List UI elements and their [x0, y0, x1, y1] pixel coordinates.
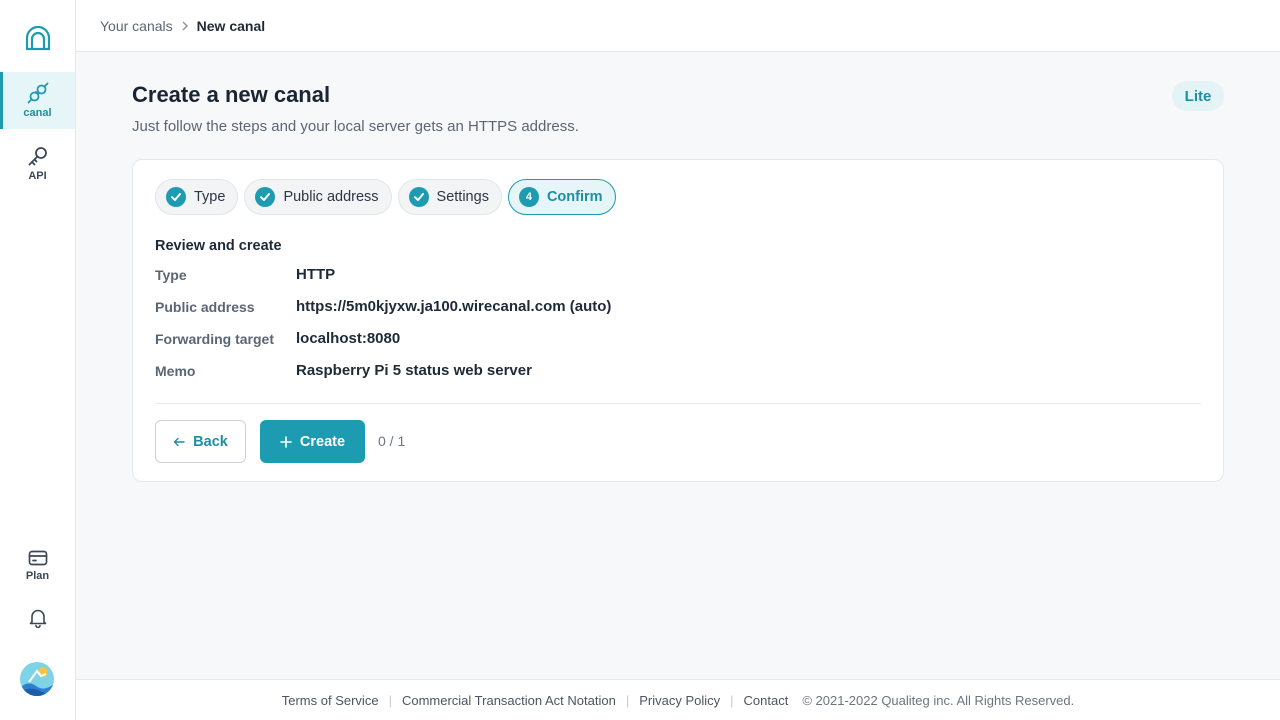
footer: Terms of Service | Commercial Transactio… — [76, 679, 1280, 720]
avatar[interactable] — [20, 662, 54, 696]
step-number: 4 — [518, 187, 539, 207]
step-settings[interactable]: Settings — [397, 179, 502, 215]
sidebar-item-label: canal — [23, 107, 52, 119]
step-label: Type — [194, 189, 226, 205]
plug-icon — [27, 82, 48, 104]
tunnel-logo-icon — [25, 26, 51, 51]
step-type[interactable]: Type — [155, 179, 239, 215]
review-value: localhost:8080 — [296, 330, 401, 347]
create-button-label: Create — [299, 433, 346, 450]
page-title: Create a new canal — [132, 82, 331, 107]
back-button[interactable]: Back — [155, 420, 246, 463]
sidebar-item-label: API — [28, 169, 47, 182]
key-icon — [28, 146, 47, 165]
check-icon — [255, 187, 276, 207]
sidebar: canal API Plan — [0, 0, 76, 720]
review-key: Forwarding target — [155, 330, 275, 347]
step-confirm[interactable]: 4 Confirm — [507, 179, 616, 215]
app-logo[interactable] — [0, 22, 76, 56]
sidebar-item-label: Plan — [25, 569, 50, 582]
review-key: Public address — [155, 298, 255, 315]
footer-separator: | — [625, 692, 630, 708]
arrow-left-icon — [173, 437, 185, 446]
step-label: Confirm — [546, 189, 603, 205]
breadcrumb: Your canals New canal — [76, 0, 1280, 52]
notifications-button[interactable] — [0, 600, 75, 636]
review-row-memo: Memo Raspberry Pi 5 status web server — [155, 362, 532, 379]
review-row-forwarding-target: Forwarding target localhost:8080 — [155, 330, 400, 347]
plan-badge: Lite — [1172, 81, 1224, 111]
review-row-public-address: Public address https://5m0kjyxw.ja100.wi… — [155, 298, 611, 315]
review-title: Review and create — [155, 238, 282, 254]
footer-link-privacy[interactable]: Privacy Policy — [639, 693, 720, 708]
footer-link-terms[interactable]: Terms of Service — [282, 693, 379, 708]
create-canal-card: Type Public address Settings 4 Confirm R… — [132, 159, 1224, 482]
card-icon — [28, 550, 47, 565]
copyright: © 2021-2022 Qualiteg inc. All Rights Res… — [802, 692, 1075, 708]
review-value: HTTP — [296, 266, 336, 283]
create-button[interactable]: Create — [260, 420, 365, 463]
footer-separator: | — [730, 692, 734, 708]
sidebar-item-canal[interactable]: canal — [0, 72, 75, 129]
breadcrumb-current: New canal — [196, 17, 266, 34]
user-avatar-icon — [20, 662, 54, 696]
footer-link-contact[interactable]: Contact — [744, 693, 789, 708]
chevron-right-icon — [181, 21, 189, 31]
review-key: Type — [155, 266, 187, 283]
breadcrumb-your-canals[interactable]: Your canals — [100, 18, 173, 34]
review-value: Raspberry Pi 5 status web server — [296, 362, 532, 379]
review-key: Memo — [155, 362, 196, 379]
check-icon — [408, 187, 429, 207]
step-label: Public address — [283, 189, 379, 205]
review-value: https://5m0kjyxw.ja100.wirecanal.com (au… — [296, 298, 612, 315]
review-row-type: Type HTTP — [155, 266, 335, 283]
back-button-label: Back — [193, 433, 228, 450]
sidebar-item-api[interactable]: API — [0, 136, 75, 190]
plus-icon — [280, 435, 292, 448]
sidebar-item-plan[interactable]: Plan — [0, 540, 75, 590]
check-icon — [166, 187, 186, 207]
footer-link-commercial-act[interactable]: Commercial Transaction Act Notation — [402, 693, 616, 708]
footer-separator: | — [388, 692, 392, 708]
page-subtitle: Just follow the steps and your local ser… — [132, 118, 579, 135]
divider — [155, 403, 1201, 404]
bell-icon — [29, 609, 46, 628]
step-public-address[interactable]: Public address — [244, 179, 392, 215]
step-label: Settings — [436, 189, 489, 205]
canal-count: 0 / 1 — [378, 433, 406, 449]
stepper: Type Public address Settings 4 Confirm — [155, 179, 616, 215]
